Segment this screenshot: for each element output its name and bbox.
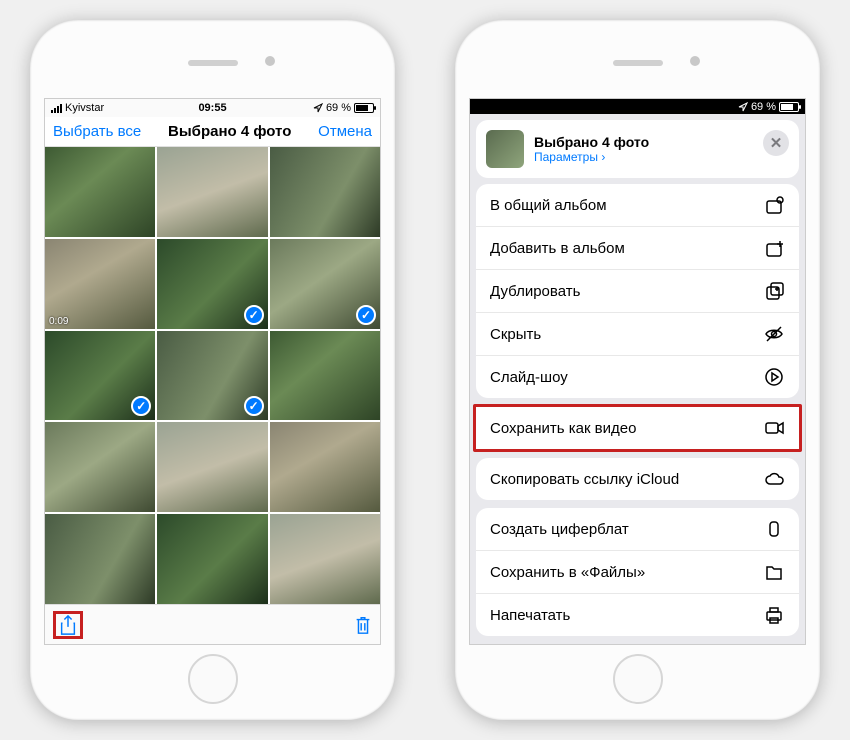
nav-bar: Выбрать все Выбрано 4 фото Отмена xyxy=(45,117,380,147)
battery-icon xyxy=(779,102,799,112)
share-icon xyxy=(59,615,77,635)
action-group: В общий альбом Добавить в альбом Дублирова… xyxy=(476,184,799,398)
sheet-title: Выбрано 4 фото xyxy=(534,134,649,150)
battery-text: 69 % xyxy=(326,102,351,114)
cancel-button[interactable]: Отмена xyxy=(318,123,372,140)
close-button[interactable]: ✕ xyxy=(763,130,789,156)
photo-tile[interactable] xyxy=(270,147,380,237)
action-row[interactable]: Сохранить как видео xyxy=(476,407,799,449)
photo-tile[interactable] xyxy=(157,422,267,512)
checkmark-icon: ✓ xyxy=(244,396,264,416)
photo-tile[interactable]: 0:09 xyxy=(45,239,155,329)
action-row[interactable]: Добавить в альбом xyxy=(476,227,799,270)
checkmark-icon: ✓ xyxy=(356,305,376,325)
photo-tile[interactable]: ✓ xyxy=(157,239,267,329)
photo-thumbnail xyxy=(45,147,155,237)
action-row[interactable]: Слайд-шоу xyxy=(476,356,799,398)
action-row[interactable]: Скопировать ссылку iCloud xyxy=(476,458,799,500)
photo-thumbnail xyxy=(157,422,267,512)
close-icon: ✕ xyxy=(770,134,783,152)
photo-thumbnail xyxy=(270,422,380,512)
action-group: Создать циферблат Сохранить в «Файлы» Напе… xyxy=(476,508,799,636)
photo-thumbnail xyxy=(270,147,380,237)
photo-tile[interactable] xyxy=(45,514,155,604)
action-label: Слайд-шоу xyxy=(490,369,568,386)
share-sheet: Выбрано 4 фото Параметры › ✕ В общий аль… xyxy=(470,114,805,644)
photo-thumbnail xyxy=(157,514,267,604)
trash-button[interactable] xyxy=(354,615,372,635)
action-row[interactable]: Дублировать xyxy=(476,270,799,313)
action-label: Создать циферблат xyxy=(490,521,629,538)
photo-tile[interactable] xyxy=(157,147,267,237)
action-label: Напечатать xyxy=(490,607,570,624)
phone-left: Kyivstar 09:55 69 % Выбрать все Выбрано … xyxy=(30,20,395,720)
slideshow-icon xyxy=(763,367,785,387)
action-label: Добавить в альбом xyxy=(490,240,625,257)
home-button[interactable] xyxy=(613,654,663,704)
watch-icon xyxy=(763,519,785,539)
action-row[interactable]: Создать циферблат xyxy=(476,508,799,551)
sheet-body: В общий альбом Добавить в альбом Дублирова… xyxy=(470,184,805,644)
duplicate-icon xyxy=(763,281,785,301)
duration-label: 0:09 xyxy=(49,316,68,327)
location-icon xyxy=(738,102,748,112)
clock: 09:55 xyxy=(159,102,267,114)
phone-right: 69 % Выбрано 4 фото Параметры › ✕ В общи… xyxy=(455,20,820,720)
status-bar: 69 % xyxy=(470,99,805,114)
preview-thumbnail xyxy=(486,130,524,168)
action-label: Скрыть xyxy=(490,326,541,343)
screen-share-sheet: 69 % Выбрано 4 фото Параметры › ✕ В общи… xyxy=(469,98,806,645)
home-button[interactable] xyxy=(188,654,238,704)
photo-tile[interactable] xyxy=(270,331,380,421)
select-all-button[interactable]: Выбрать все xyxy=(53,123,141,140)
carrier-label: Kyivstar xyxy=(65,102,104,114)
trash-icon xyxy=(354,615,372,635)
photo-tile[interactable] xyxy=(270,422,380,512)
signal-icon xyxy=(51,104,62,113)
highlighted-action-group: Сохранить как видео xyxy=(473,404,802,452)
photo-grid: 0:09 ✓ ✓ ✓ ✓ xyxy=(45,147,380,604)
video-icon xyxy=(763,418,785,438)
photo-tile[interactable] xyxy=(45,422,155,512)
action-label: Дублировать xyxy=(490,283,580,300)
print-icon xyxy=(763,605,785,625)
action-label: В общий альбом xyxy=(490,197,607,214)
battery-icon xyxy=(354,103,374,113)
shared-album-icon xyxy=(763,195,785,215)
options-link[interactable]: Параметры › xyxy=(534,150,649,164)
add-album-icon xyxy=(763,238,785,258)
nav-title: Выбрано 4 фото xyxy=(168,123,291,140)
hide-icon xyxy=(763,324,785,344)
action-row[interactable]: Сохранить в «Файлы» xyxy=(476,551,799,594)
action-label: Сохранить как видео xyxy=(490,420,636,437)
sheet-header: Выбрано 4 фото Параметры › ✕ xyxy=(476,120,799,178)
photo-tile[interactable] xyxy=(45,147,155,237)
share-button[interactable] xyxy=(53,611,83,639)
photo-thumbnail xyxy=(270,331,380,421)
photo-thumbnail xyxy=(270,514,380,604)
photo-thumbnail xyxy=(45,422,155,512)
photo-tile[interactable]: ✓ xyxy=(157,331,267,421)
photo-tile[interactable] xyxy=(157,514,267,604)
files-icon xyxy=(763,562,785,582)
photo-tile[interactable]: ✓ xyxy=(45,331,155,421)
action-row[interactable]: Скрыть xyxy=(476,313,799,356)
action-group: Скопировать ссылку iCloud xyxy=(476,458,799,500)
status-bar: Kyivstar 09:55 69 % xyxy=(45,99,380,117)
action-label: Сохранить в «Файлы» xyxy=(490,564,645,581)
photo-tile[interactable] xyxy=(270,514,380,604)
checkmark-icon: ✓ xyxy=(244,305,264,325)
action-row[interactable]: Напечатать xyxy=(476,594,799,636)
icloud-icon xyxy=(763,469,785,489)
action-row[interactable]: В общий альбом xyxy=(476,184,799,227)
action-label: Скопировать ссылку iCloud xyxy=(490,471,679,488)
photo-thumbnail xyxy=(45,514,155,604)
photo-tile[interactable]: ✓ xyxy=(270,239,380,329)
bottom-toolbar xyxy=(45,604,380,644)
battery-text: 69 % xyxy=(751,101,776,113)
photo-thumbnail xyxy=(157,147,267,237)
screen-photos: Kyivstar 09:55 69 % Выбрать все Выбрано … xyxy=(44,98,381,645)
location-icon xyxy=(313,103,323,113)
